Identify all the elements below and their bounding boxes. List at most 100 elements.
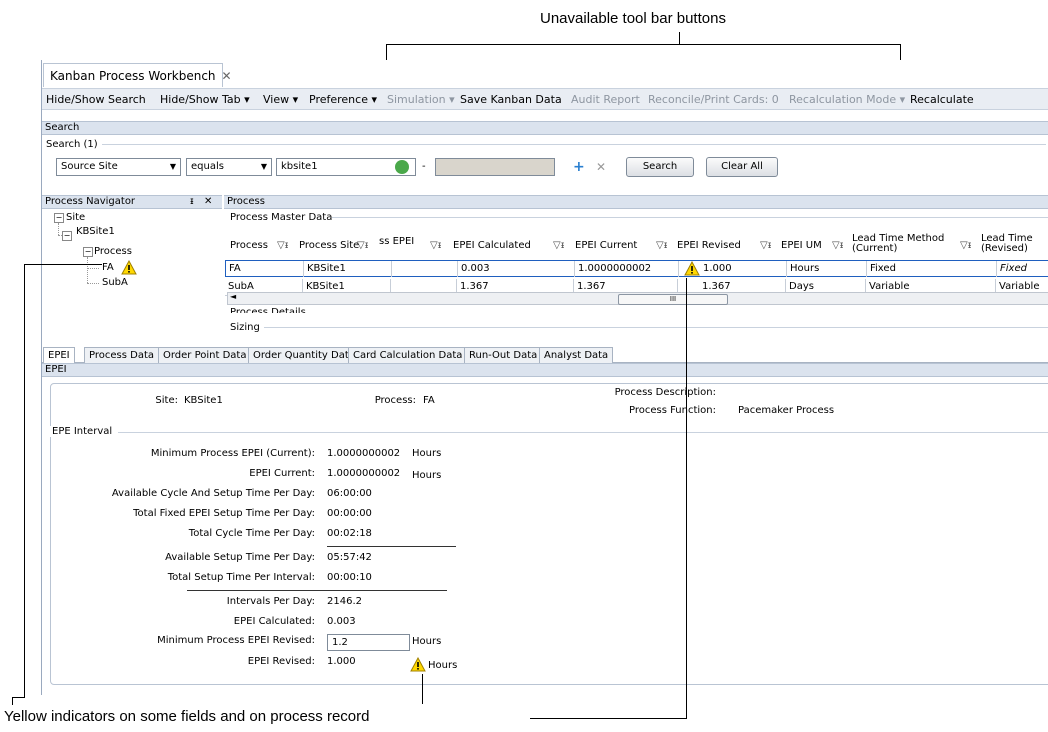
search-value-to-input[interactable] xyxy=(435,158,555,176)
divider xyxy=(118,432,1048,433)
recalculation-mode-menu[interactable]: Recalculation Mode ▾ xyxy=(789,93,905,106)
process-details-label: Process Details xyxy=(230,307,306,313)
total-cycle-time-label: Total Cycle Time Per Day: xyxy=(188,528,315,539)
callout-toolbar: Unavailable tool bar buttons xyxy=(540,10,726,27)
app-window: Kanban Process Workbench ✕ Hide/Show Sear… xyxy=(41,60,1048,695)
epei-header: EPEI xyxy=(42,363,1048,377)
table-cell: FA xyxy=(226,261,304,277)
recalculate-button[interactable]: Recalculate xyxy=(910,93,974,106)
tree-node-fa[interactable]: FA xyxy=(102,262,114,273)
total-setup-per-interval-label: Total Setup Time Per Interval: xyxy=(167,572,315,583)
document-tab[interactable]: Kanban Process Workbench ✕ xyxy=(43,63,232,87)
scroll-left-icon[interactable]: ◄ xyxy=(230,292,236,301)
available-cycle-setup-label: Available Cycle And Setup Time Per Day: xyxy=(111,488,315,499)
unit-label: Hours xyxy=(428,660,458,671)
tab-order-quantity-data[interactable]: Order Quantity Data xyxy=(248,347,360,363)
search-field-select[interactable]: Source Site ▼ xyxy=(56,158,181,176)
clear-all-button[interactable]: Clear All xyxy=(706,157,778,177)
range-dash: - xyxy=(422,161,426,172)
divider xyxy=(332,217,1048,218)
min-process-epei-revised-input[interactable]: 1.2 xyxy=(327,634,410,651)
tree-line xyxy=(58,223,59,235)
tab-analyst-data[interactable]: Analyst Data xyxy=(539,347,614,363)
search-button[interactable]: Search xyxy=(626,157,694,177)
epei-calculated-value: 0.003 xyxy=(327,616,356,627)
close-icon[interactable]: ✕ xyxy=(222,69,232,83)
chevron-down-icon: ▼ xyxy=(169,162,176,171)
tree-node-suba[interactable]: SubA xyxy=(102,277,128,288)
reconcile-print-cards-button[interactable]: Reconcile/Print Cards: 0 xyxy=(648,93,779,106)
table-row[interactable]: FA KBSite1 0.003 1.0000000002 1.000 Hour… xyxy=(225,260,1048,277)
warning-icon xyxy=(684,261,700,276)
table-cell xyxy=(392,261,458,277)
hide-show-tab-menu[interactable]: Hide/Show Tab ▾ xyxy=(160,93,250,106)
tab-card-calculation-data[interactable]: Card Calculation Data xyxy=(348,347,468,363)
unit-label: Hours xyxy=(412,448,442,459)
intervals-per-day-label: Intervals Per Day: xyxy=(226,596,315,607)
epei-current-label: EPEI Current: xyxy=(249,468,315,479)
search-operator-value: equals xyxy=(191,161,224,172)
min-process-epei-current-value: 1.0000000002 xyxy=(327,448,401,459)
search-header: Search xyxy=(42,121,1048,135)
remove-icon[interactable]: ✕ xyxy=(596,160,606,174)
refresh-icon[interactable] xyxy=(395,160,409,174)
warning-icon xyxy=(121,260,137,275)
view-menu[interactable]: View ▾ xyxy=(263,93,298,106)
column-header-lead-time-method[interactable]: Lead Time Method (Current) xyxy=(852,234,962,258)
column-header-epei[interactable]: ss EPEI xyxy=(379,236,414,260)
callout-line xyxy=(686,278,687,718)
callout-line xyxy=(679,32,680,44)
min-process-epei-revised-label: Minimum Process EPEI Revised: xyxy=(157,635,315,646)
tree-line xyxy=(87,257,88,283)
horizontal-scrollbar[interactable]: ◄ III xyxy=(227,292,1048,305)
available-cycle-setup-value: 06:00:00 xyxy=(327,488,372,499)
preference-menu[interactable]: Preference ▾ xyxy=(309,93,377,106)
total-cycle-time-value: 00:02:18 xyxy=(327,528,372,539)
process-label: Process: xyxy=(374,395,416,406)
tree-node-process[interactable]: Process xyxy=(94,246,132,257)
tab-order-point-data[interactable]: Order Point Data xyxy=(158,347,252,363)
tab-run-out-data[interactable]: Run-Out Data xyxy=(464,347,543,363)
tab-process-data[interactable]: Process Data xyxy=(84,347,159,363)
chevron-down-icon: ▼ xyxy=(260,162,267,171)
sizing-label: Sizing xyxy=(230,322,260,333)
site-value: KBSite1 xyxy=(184,395,223,406)
callout-line xyxy=(12,697,25,698)
hide-show-search-button[interactable]: Hide/Show Search xyxy=(46,93,146,106)
search-operator-select[interactable]: equals ▼ xyxy=(186,158,272,176)
divider xyxy=(187,590,447,591)
close-icon[interactable]: ✕ xyxy=(204,196,212,208)
simulation-menu[interactable]: Simulation ▾ xyxy=(387,93,455,106)
column-header-lead-time-revised[interactable]: Lead Time (Revised) xyxy=(981,234,1048,258)
epei-revised-value: 1.000 xyxy=(327,656,356,667)
process-function-label: Process Function: xyxy=(628,405,716,416)
tree-node-site[interactable]: Site xyxy=(66,212,85,223)
callout-line xyxy=(422,674,423,704)
tree-node-kbsite1[interactable]: KBSite1 xyxy=(76,226,115,237)
audit-report-button[interactable]: Audit Report xyxy=(571,93,640,106)
navigator-title: Process Navigator xyxy=(45,196,136,207)
process-value: FA xyxy=(423,395,435,406)
collapse-icon[interactable]: − xyxy=(83,247,93,257)
tab-epei[interactable]: EPEI xyxy=(43,347,75,363)
callout-line xyxy=(24,264,25,697)
collapse-icon[interactable]: − xyxy=(62,231,72,241)
process-master-label: Process Master Data xyxy=(230,212,333,223)
callout-line xyxy=(24,264,102,265)
table-cell: Fixed xyxy=(867,261,997,277)
save-kanban-data-button[interactable]: Save Kanban Data xyxy=(460,93,562,106)
table-cell: 1.0000000002 xyxy=(575,261,679,277)
site-label: Site: xyxy=(155,395,178,406)
add-icon[interactable]: + xyxy=(573,159,585,175)
callout-indicators: Yellow indicators on some fields and on … xyxy=(4,708,370,725)
callout-line xyxy=(12,697,13,705)
table-cell: KBSite1 xyxy=(304,261,392,277)
collapse-icon[interactable]: − xyxy=(54,213,64,223)
total-setup-per-interval-value: 00:00:10 xyxy=(327,572,372,583)
process-header: Process xyxy=(224,195,1048,209)
min-process-epei-current-label: Minimum Process EPEI (Current): xyxy=(150,448,315,459)
epei-current-value: 1.0000000002 xyxy=(327,468,401,479)
tree-line xyxy=(87,283,99,284)
scrollbar-thumb[interactable]: III xyxy=(618,294,728,305)
pin-icon[interactable]: ᵻ xyxy=(190,196,194,208)
